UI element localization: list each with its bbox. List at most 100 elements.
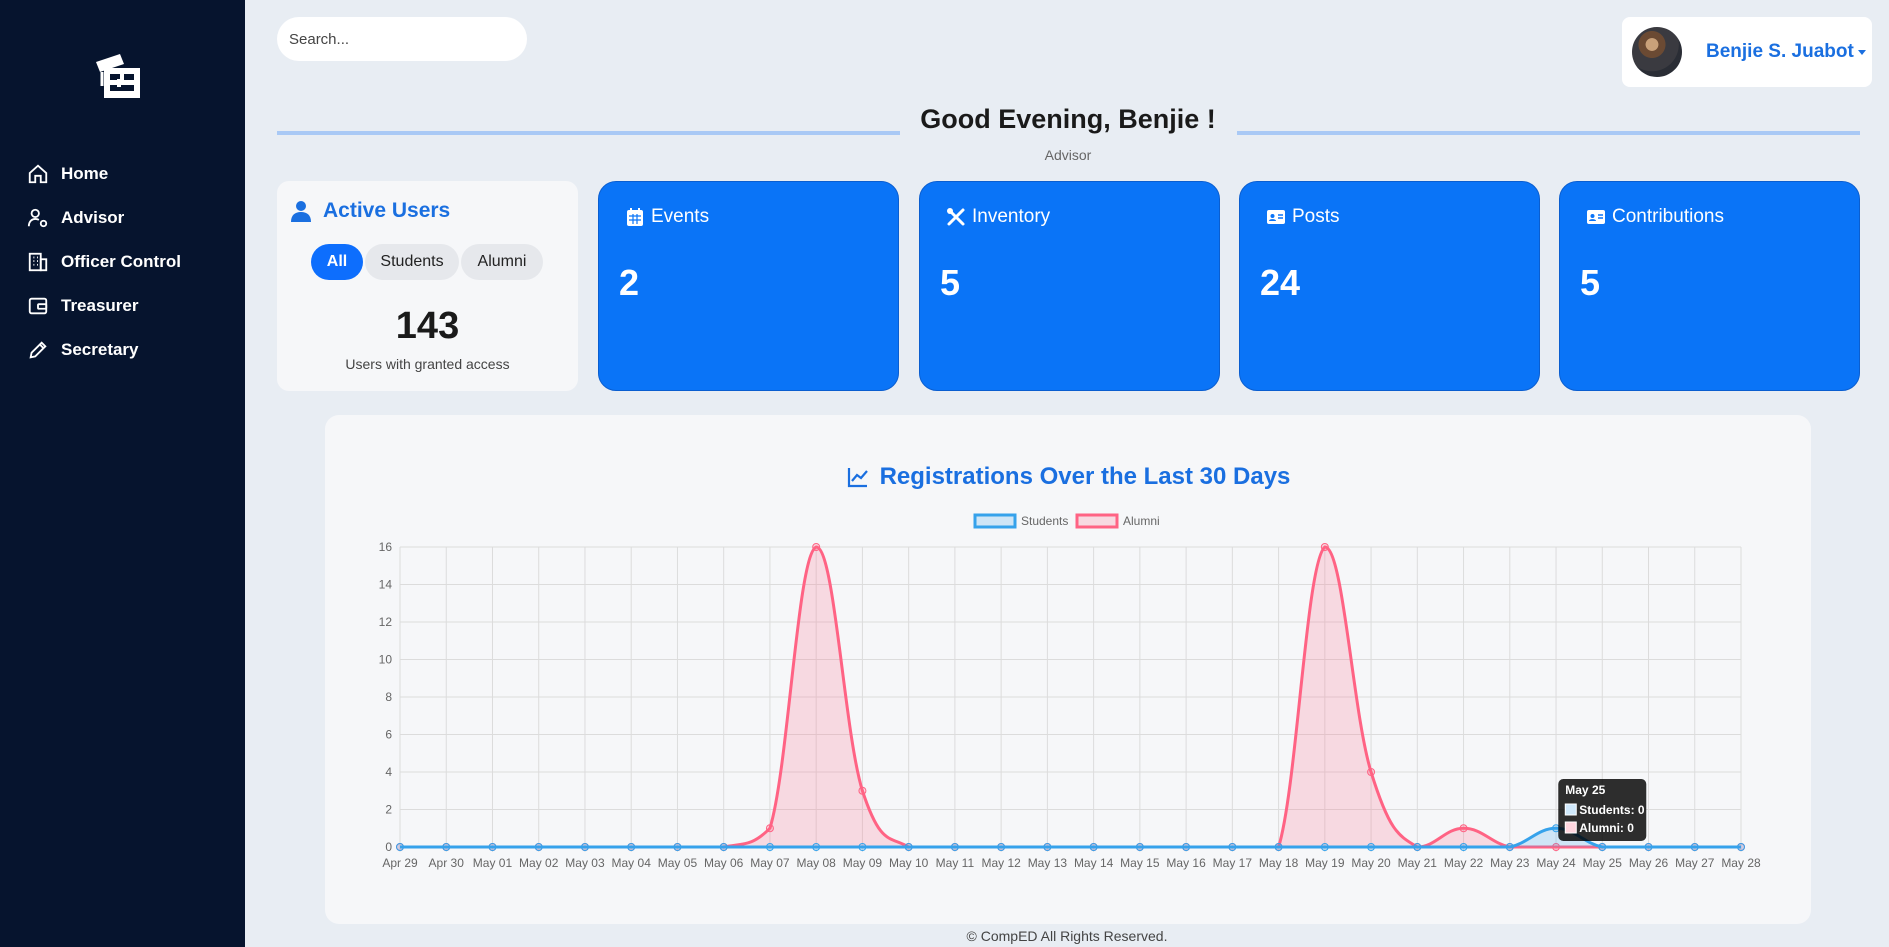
x-tick-label: May 19 bbox=[1305, 856, 1345, 870]
students-data-point bbox=[1228, 843, 1237, 851]
sidebar-item-label: Advisor bbox=[61, 208, 125, 227]
students-data-point bbox=[1367, 843, 1376, 851]
students-data-point bbox=[1274, 843, 1283, 851]
alumni-data-point bbox=[1367, 768, 1376, 776]
x-tick-label: May 06 bbox=[704, 856, 744, 870]
x-tick-label: May 04 bbox=[612, 856, 652, 870]
x-tick-label: May 07 bbox=[750, 856, 790, 870]
x-tick-label: May 21 bbox=[1398, 856, 1438, 870]
active-users-card: Active Users All Students Alumni 143 Use… bbox=[277, 181, 578, 391]
y-tick-label: 14 bbox=[379, 578, 393, 592]
user-filter: All Students Alumni bbox=[311, 244, 545, 280]
stat-value: 5 bbox=[1580, 262, 1601, 303]
x-tick-label: May 12 bbox=[981, 856, 1021, 870]
stat-value: 2 bbox=[619, 262, 640, 303]
students-data-point bbox=[580, 843, 589, 851]
filter-students-button[interactable]: Students bbox=[365, 244, 459, 280]
filter-alumni-button[interactable]: Alumni bbox=[461, 244, 543, 280]
x-tick-label: May 27 bbox=[1675, 856, 1715, 870]
x-tick-label: May 15 bbox=[1120, 856, 1160, 870]
sidebar-item-treasurer[interactable]: Treasurer bbox=[0, 284, 245, 328]
students-data-point bbox=[904, 843, 913, 851]
id-card-icon bbox=[1587, 210, 1605, 224]
x-tick-label: May 25 bbox=[1583, 856, 1623, 870]
students-data-point bbox=[1320, 843, 1329, 851]
students-tooltip-swatch bbox=[1564, 803, 1577, 816]
sidebar-item-home[interactable]: Home bbox=[0, 152, 245, 196]
students-data-point bbox=[858, 843, 867, 851]
sidebar-item-secretary[interactable]: Secretary bbox=[0, 328, 245, 372]
students-data-point bbox=[1690, 843, 1699, 851]
sidebar: Home Advisor Officer Control Treasurer S… bbox=[0, 0, 245, 947]
user-role: Advisor bbox=[1044, 147, 1092, 163]
page-title: Good Evening, Benjie ! bbox=[920, 104, 1216, 134]
students-data-point bbox=[1644, 843, 1653, 851]
alumni-data-point bbox=[812, 543, 821, 551]
x-tick-label: May 26 bbox=[1629, 856, 1669, 870]
x-tick-label: Apr 30 bbox=[429, 856, 465, 870]
active-users-caption: Users with granted access bbox=[345, 356, 510, 372]
stat-value: 24 bbox=[1260, 262, 1301, 303]
divider bbox=[277, 131, 900, 135]
posts-card[interactable]: Posts 24 bbox=[1239, 181, 1540, 391]
students-data-point bbox=[719, 843, 728, 851]
x-tick-label: May 10 bbox=[889, 856, 929, 870]
y-tick-label: 0 bbox=[385, 840, 392, 854]
x-tick-label: May 16 bbox=[1166, 856, 1206, 870]
sidebar-item-officer-control[interactable]: Officer Control bbox=[0, 240, 245, 284]
students-data-point bbox=[1459, 843, 1468, 851]
stat-title: Inventory bbox=[972, 206, 1051, 227]
comped-logo[interactable] bbox=[90, 52, 146, 104]
x-tick-label: May 24 bbox=[1536, 856, 1576, 870]
registrations-line-chart[interactable]: 0 2 4 6 8 10 12 14 16 Apr 29 Apr 30 May 01 May 02 May… bbox=[325, 415, 1811, 924]
y-tick-label: 6 bbox=[385, 728, 392, 742]
x-tick-label: May 09 bbox=[843, 856, 883, 870]
students-data-point bbox=[673, 843, 682, 851]
sidebar-item-advisor[interactable]: Advisor bbox=[0, 196, 245, 240]
students-data-point bbox=[396, 843, 404, 851]
students-data-point bbox=[765, 843, 774, 851]
registrations-chart-card: Registrations Over the Last 30 Days 0246… bbox=[325, 415, 1811, 924]
alumni-data-point bbox=[858, 786, 867, 795]
alumni-data-point bbox=[1320, 543, 1329, 551]
pencil-icon bbox=[29, 341, 47, 359]
stat-title: Contributions bbox=[1612, 206, 1724, 227]
x-tick-label: May 14 bbox=[1074, 856, 1114, 870]
inventory-card[interactable]: Inventory 5 bbox=[919, 181, 1220, 391]
alumni-legend-label: Alumni bbox=[1123, 514, 1160, 528]
wallet-icon bbox=[28, 297, 48, 315]
active-users-count: 143 bbox=[395, 305, 460, 347]
search-input[interactable] bbox=[277, 17, 527, 61]
x-tick-label: May 02 bbox=[519, 856, 559, 870]
students-data-point bbox=[1089, 843, 1098, 851]
footer: © CompED All Rights Reserved. bbox=[966, 928, 1168, 944]
tools-icon bbox=[947, 208, 965, 226]
x-tick-label: May 18 bbox=[1259, 856, 1299, 870]
students-data-point bbox=[1182, 843, 1191, 851]
students-data-point bbox=[1505, 843, 1514, 851]
sidebar-item-label: Secretary bbox=[61, 340, 139, 359]
y-tick-label: 16 bbox=[379, 540, 393, 554]
building-icon bbox=[28, 252, 48, 272]
students-data-point bbox=[1413, 843, 1422, 851]
students-data-point bbox=[997, 843, 1006, 851]
calendar-icon bbox=[627, 208, 643, 226]
x-tick-label: May 11 bbox=[936, 856, 975, 870]
active-users-title: Active Users bbox=[323, 199, 451, 222]
x-tick-label: May 23 bbox=[1490, 856, 1530, 870]
y-tick-label: 12 bbox=[379, 615, 393, 629]
x-tick-label: May 28 bbox=[1721, 856, 1761, 870]
events-card[interactable]: Events 2 bbox=[598, 181, 899, 391]
user-menu[interactable]: Benjie S. Juabot bbox=[1622, 17, 1872, 87]
x-tick-label: May 05 bbox=[658, 856, 698, 870]
filter-all-button[interactable]: All bbox=[311, 244, 363, 280]
x-tick-label: May 08 bbox=[796, 856, 836, 870]
stat-value: 5 bbox=[940, 262, 961, 303]
students-data-point bbox=[1043, 843, 1052, 851]
alumni-data-point bbox=[1459, 824, 1468, 833]
y-tick-label: 2 bbox=[385, 803, 392, 817]
avatar bbox=[1632, 27, 1682, 77]
contributions-card[interactable]: Contributions 5 bbox=[1559, 181, 1860, 391]
x-tick-label: May 17 bbox=[1213, 856, 1253, 870]
user-cog-icon bbox=[27, 208, 48, 228]
